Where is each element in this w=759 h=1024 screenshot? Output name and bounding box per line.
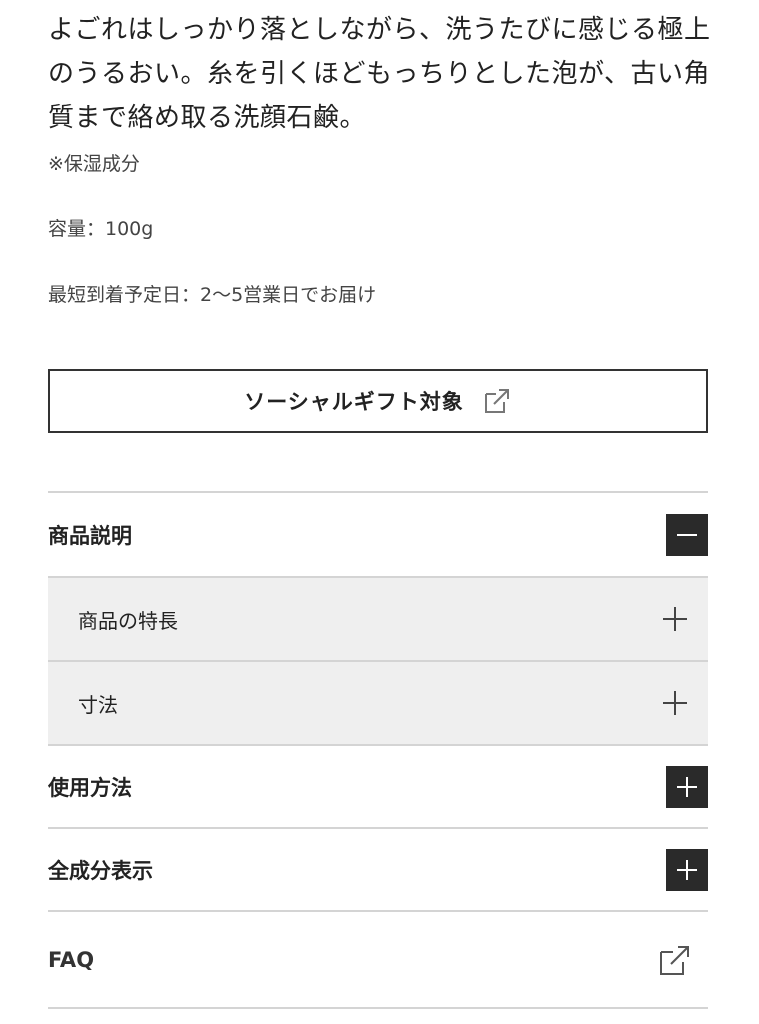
product-detail-page: よごれはしっかり落としながら、洗うたびに感じる極上のうるおい。糸を引くほどもっち… xyxy=(0,0,759,1024)
accordion-dimensions[interactable]: 寸法 xyxy=(48,660,708,744)
plus-icon[interactable] xyxy=(666,765,708,808)
social-gift-button[interactable]: ソーシャルギフト対象 xyxy=(48,369,708,433)
product-note: ※保湿成分 xyxy=(48,153,140,175)
product-description: よごれはしっかり落としながら、洗うたびに感じる極上のうるおい。糸を引くほどもっち… xyxy=(48,15,711,133)
accordion-title: 商品の特長 xyxy=(78,608,178,633)
accordion-title: FAQ xyxy=(48,947,95,972)
plus-icon[interactable] xyxy=(660,688,690,718)
external-link-icon[interactable] xyxy=(658,943,692,977)
minus-icon[interactable] xyxy=(666,513,708,556)
accordion-usage[interactable]: 使用方法 xyxy=(48,744,708,827)
divider xyxy=(48,1007,708,1009)
social-gift-label: ソーシャルギフト対象 xyxy=(244,390,464,414)
accordion-title: 商品説明 xyxy=(48,523,132,548)
accordion-product-description[interactable]: 商品説明 xyxy=(48,491,708,576)
accordion-ingredients[interactable]: 全成分表示 xyxy=(48,827,708,910)
accordion-title: 使用方法 xyxy=(48,775,132,800)
accordion-product-features[interactable]: 商品の特長 xyxy=(48,576,708,660)
external-link-icon xyxy=(482,386,512,416)
accordion-faq[interactable]: FAQ xyxy=(48,910,708,1007)
accordion-title: 寸法 xyxy=(78,692,118,717)
plus-icon[interactable] xyxy=(666,848,708,891)
delivery-estimate: 最短到着予定日：2〜5営業日でお届け xyxy=(48,284,377,306)
accordion-title: 全成分表示 xyxy=(48,858,153,883)
plus-icon[interactable] xyxy=(660,604,690,634)
product-volume: 容量：100g xyxy=(48,218,154,240)
